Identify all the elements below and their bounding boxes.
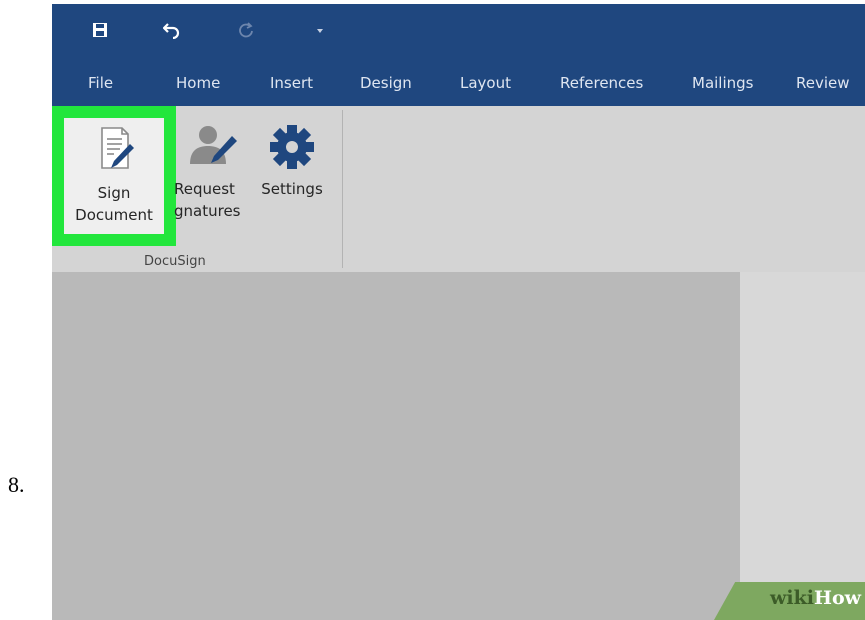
quick-access-toolbar bbox=[52, 4, 865, 62]
save-button[interactable] bbox=[86, 16, 114, 44]
wikihow-watermark: wikiHow bbox=[714, 582, 865, 620]
customize-toolbar-icon bbox=[317, 29, 323, 33]
document-workspace bbox=[52, 272, 865, 620]
word-window: File Home Insert Design Layout Reference… bbox=[52, 4, 865, 620]
request-label-line1: Request bbox=[174, 180, 235, 198]
request-label-line2: gnatures bbox=[174, 202, 241, 220]
docusign-group-label: DocuSign bbox=[144, 254, 206, 269]
sign-label-line2: Document bbox=[75, 206, 153, 224]
redo-button[interactable] bbox=[232, 16, 260, 44]
tab-file[interactable]: File bbox=[88, 74, 113, 92]
tab-review[interactable]: Review bbox=[796, 74, 850, 92]
tab-mailings[interactable]: Mailings bbox=[692, 74, 753, 92]
tab-home[interactable]: Home bbox=[176, 74, 220, 92]
tab-design[interactable]: Design bbox=[360, 74, 412, 92]
settings-label: Settings bbox=[261, 180, 323, 198]
sign-document-button[interactable]: Sign Document bbox=[64, 118, 164, 234]
group-divider bbox=[342, 110, 343, 268]
ribbon-panel: Sign Document Request gnatures Settings … bbox=[52, 106, 865, 272]
tab-layout[interactable]: Layout bbox=[460, 74, 511, 92]
document-page[interactable] bbox=[740, 272, 865, 620]
watermark-how: How bbox=[814, 587, 861, 609]
undo-icon bbox=[163, 23, 180, 39]
ribbon-tabs: File Home Insert Design Layout Reference… bbox=[52, 62, 865, 106]
tab-references[interactable]: References bbox=[560, 74, 643, 92]
request-signatures-icon bbox=[190, 126, 237, 164]
tab-insert[interactable]: Insert bbox=[270, 74, 313, 92]
redo-icon bbox=[239, 22, 253, 38]
watermark-wiki: wiki bbox=[770, 587, 815, 609]
customize-toolbar-button[interactable] bbox=[306, 16, 334, 44]
settings-button[interactable]: Settings bbox=[254, 122, 330, 200]
gear-icon bbox=[270, 125, 314, 169]
request-signatures-button[interactable]: Request gnatures bbox=[168, 122, 258, 222]
save-icon bbox=[93, 23, 107, 37]
sign-document-icon bbox=[101, 127, 134, 169]
sign-label-line1: Sign bbox=[97, 184, 131, 202]
step-number: 8. bbox=[8, 472, 25, 497]
undo-button[interactable] bbox=[158, 16, 186, 44]
